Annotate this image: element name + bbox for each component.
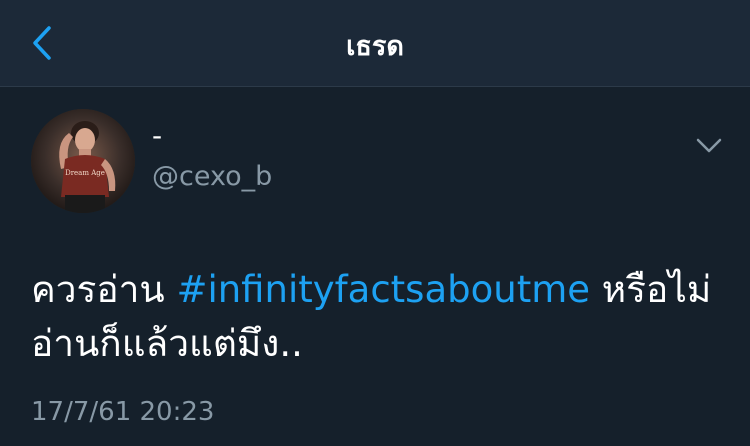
- page-title: เธรด: [346, 31, 404, 62]
- tweet-text: ควรอ่าน #infinityfactsaboutme หรือไม่อ่า…: [31, 263, 721, 371]
- display-name[interactable]: -: [152, 121, 162, 151]
- navigation-bar: เธรด: [0, 0, 750, 87]
- tweet-options-button[interactable]: [690, 127, 728, 165]
- hashtag-link[interactable]: #infinityfactsaboutme: [176, 268, 590, 311]
- chevron-down-icon: [696, 138, 722, 153]
- avatar-photo: Dream Age: [31, 109, 135, 213]
- user-handle[interactable]: @cexo_b: [152, 161, 272, 193]
- tweet-timestamp: 17/7/61 20:23: [31, 397, 215, 427]
- tweet-text-start: ควรอ่าน: [31, 268, 177, 311]
- svg-text:Dream Age: Dream Age: [65, 169, 105, 177]
- thread-screen: เธรด Dream Age - @cexo_b ควรอ่าน #infini…: [0, 0, 750, 446]
- avatar[interactable]: Dream Age: [31, 109, 135, 213]
- tweet: Dream Age - @cexo_b ควรอ่าน #infinityfac…: [0, 87, 750, 446]
